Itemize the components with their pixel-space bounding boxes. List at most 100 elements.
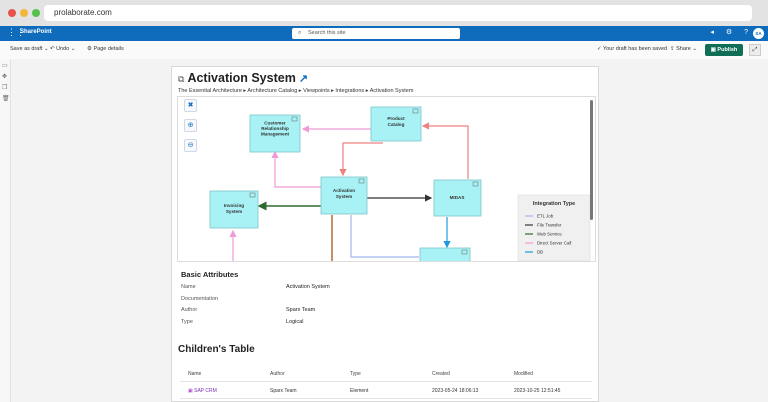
search-placeholder: Search this site <box>308 30 346 36</box>
page-details-button[interactable]: ⚙ Page details <box>87 46 124 52</box>
table-cell-author: Sparx Team <box>270 388 297 394</box>
node-product-catalog: Product Catalog <box>370 106 422 142</box>
diagram-viewer: ✖ ⊕ ⊖ Customer Relationship Management P… <box>177 96 596 262</box>
legend-item-direct: Direct Server Call <box>537 241 571 246</box>
page-details-label: Page details <box>93 46 124 52</box>
search-icon: ⌕ <box>298 30 302 36</box>
table-cell-modified: 2023-10-25 12:51:45 <box>514 388 561 394</box>
undo-label: Undo <box>56 46 70 52</box>
attr-label-documentation: Documentation <box>181 296 218 302</box>
diagram-canvas: Customer Relationship Management Product Ca… <box>209 106 591 261</box>
legend-title: Integration Type <box>533 201 575 207</box>
legend-item-etl: ETL Job <box>537 214 554 219</box>
zoom-out-button[interactable]: ⊖ <box>184 139 197 152</box>
content-card: ⧉ Activation System ↗ The Essential Archit… <box>171 66 599 402</box>
publish-button[interactable]: ▣ Publish <box>705 44 743 56</box>
copy-icon[interactable]: ❐ <box>2 84 7 91</box>
delete-icon[interactable]: 🗑 <box>2 95 10 102</box>
address-bar[interactable]: prolaborate.com <box>44 5 752 21</box>
node-crm: Customer Relationship Management <box>249 114 301 153</box>
breadcrumb-item[interactable]: Architecture Catalog <box>247 88 297 94</box>
diagram-legend: Integration Type ETL Job File Transfer W… <box>517 194 591 261</box>
node-midas-label: MIDAS <box>450 195 465 200</box>
megaphone-icon[interactable]: ◂ <box>710 29 714 36</box>
left-rail: ▭ ✥ ❐ 🗑 <box>0 59 11 402</box>
page-icon[interactable]: ▭ <box>2 62 8 69</box>
column-header-modified[interactable]: Modified <box>514 371 533 377</box>
page-title-text: Activation System <box>187 71 296 85</box>
zoom-in-button[interactable]: ⊕ <box>184 119 197 132</box>
publish-label: Publish <box>717 47 738 53</box>
gear-icon[interactable]: ⚙ <box>726 29 732 36</box>
element-icon: ▣ <box>188 388 193 394</box>
search-box[interactable]: ⌕ Search this site <box>292 28 460 39</box>
table-divider <box>180 398 592 399</box>
save-as-draft-label: Save as draft <box>10 46 43 52</box>
expand-icon[interactable]: ⤢ <box>749 44 761 56</box>
node-crm-label: Customer Relationship Management <box>261 120 290 136</box>
legend-item-web: Web Service <box>537 232 562 237</box>
gear-icon: ⚙ <box>87 46 92 52</box>
undo-button[interactable]: ↶ Undo ⌄ <box>50 46 75 52</box>
diagram-icon: ⧉ <box>178 74 185 84</box>
column-header-author[interactable]: Author <box>270 371 285 377</box>
breadcrumb-item[interactable]: Activation System <box>370 88 414 94</box>
children-table-heading: Children's Table <box>178 344 255 355</box>
attr-label-type: Type <box>181 319 193 325</box>
attr-label-author: Author <box>181 307 198 313</box>
share-icon: ⇪ <box>670 46 675 52</box>
attr-label-name: Name <box>181 284 196 290</box>
column-header-name[interactable]: Name <box>188 371 201 377</box>
breadcrumb-item[interactable]: Integrations <box>335 88 364 94</box>
connector-midas-to-pc <box>421 122 469 179</box>
suite-icons: ◂ ⚙ ? <box>700 28 748 36</box>
legend-item-file: File Transfer <box>537 223 562 228</box>
fit-to-screen-button[interactable]: ✖ <box>184 99 197 112</box>
breadcrumb-item[interactable]: The Essential Architecture <box>178 88 242 94</box>
page-title: ⧉ Activation System ↗ <box>178 71 308 85</box>
breadcrumb-item[interactable]: Viewpoints <box>303 88 330 94</box>
table-cell-name[interactable]: ▣ SAP CRM <box>188 388 217 394</box>
save-as-draft-button[interactable]: Save as draft ⌄ <box>10 46 49 52</box>
help-icon[interactable]: ? <box>744 29 748 36</box>
close-window-dot[interactable] <box>8 9 16 17</box>
move-icon[interactable]: ✥ <box>2 73 7 80</box>
external-link-icon[interactable]: ↗ <box>299 73 308 85</box>
node-invoicing-system: Invoicing System <box>209 190 259 229</box>
legend-item-db: DB <box>537 250 543 255</box>
app-name[interactable]: SharePoint <box>20 29 52 35</box>
attr-value-type: Logical <box>286 319 304 325</box>
suite-bar: ⋮⋮ SharePoint ⌕ Search this site ◂ ⚙ ? S… <box>0 26 768 41</box>
draft-status: ✓ Your draft has been saved <box>597 46 667 52</box>
avatar[interactable]: SA <box>753 28 764 39</box>
attr-value-author: Sparx Team <box>286 307 316 313</box>
maximize-window-dot[interactable] <box>32 9 40 17</box>
draft-status-label: Your draft has been saved <box>603 46 668 52</box>
minimize-window-dot[interactable] <box>20 9 28 17</box>
basic-attributes-heading: Basic Attributes <box>181 270 239 279</box>
node-invoicing-label: Invoicing System <box>224 203 244 214</box>
share-button[interactable]: ⇪ Share ⌄ <box>670 46 697 52</box>
connector-etl <box>350 215 419 258</box>
share-label: Share <box>676 46 691 52</box>
table-cell-created: 2023-05-24 18:06:13 <box>432 388 479 394</box>
scrollbar-thumb[interactable] <box>590 100 593 220</box>
connector-activation-to-crm <box>271 150 321 188</box>
table-cell-name-text: SAP CRM <box>194 388 217 394</box>
undo-icon: ↶ <box>50 46 55 52</box>
table-cell-type: Element <box>350 388 369 394</box>
publish-icon: ▣ <box>710 47 716 53</box>
browser-chrome: prolaborate.com <box>0 0 768 26</box>
node-activation-system: Activation System <box>320 176 368 215</box>
column-header-type[interactable]: Type <box>350 371 361 377</box>
command-bar: Save as draft ⌄ ↶ Undo ⌄ ⚙ Page details … <box>0 41 768 59</box>
node-activation-label: Activation System <box>333 188 355 199</box>
node-partial-bottom <box>419 247 471 261</box>
node-midas: MIDAS <box>433 179 482 217</box>
connector-pc-to-activation <box>339 142 383 177</box>
column-header-created[interactable]: Created <box>432 371 450 377</box>
attr-value-name: Activation System <box>286 284 330 290</box>
diagram-scrollbar[interactable] <box>589 100 594 260</box>
breadcrumb: The Essential Architecture ▸ Architectur… <box>178 88 414 94</box>
node-product-catalog-label: Product Catalog <box>387 116 405 127</box>
